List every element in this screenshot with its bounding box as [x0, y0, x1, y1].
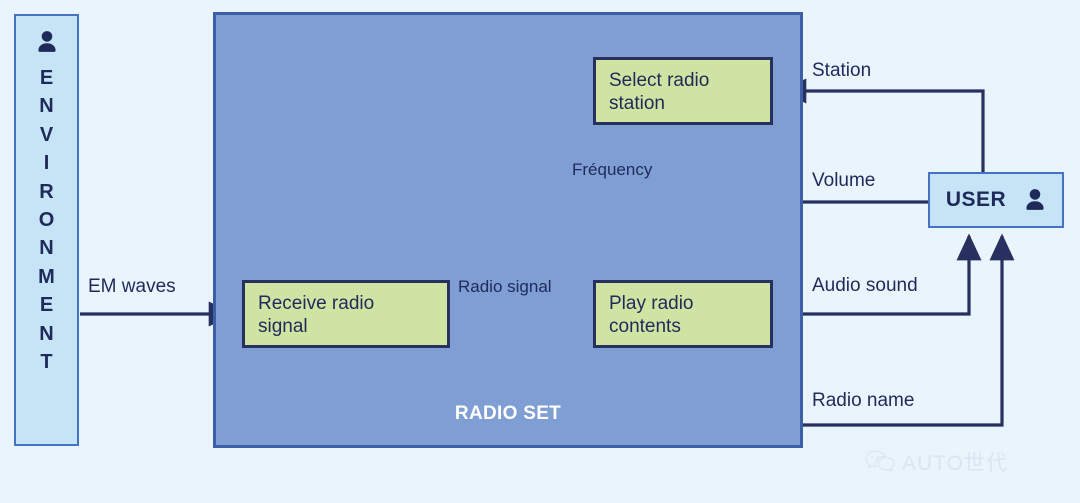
environment-letter: E [39, 67, 54, 89]
process-select-radio-station[interactable]: Select radio station [593, 57, 773, 125]
flow-label-volume: Volume [812, 170, 876, 191]
diagram-canvas: E N V I R O N M E N T RADIO SET Receive … [0, 0, 1080, 503]
process-label-line2: station [609, 93, 665, 115]
flow-label-radio-name: Radio name [812, 390, 915, 411]
user-label: USER [945, 188, 1007, 211]
environment-letter: M [38, 265, 55, 288]
flow-label-frequency: Fréquency [572, 160, 653, 179]
environment-letter: E [39, 294, 54, 317]
process-receive-radio-signal[interactable]: Receive radio signal [242, 280, 450, 348]
flow-label-station: Station [812, 60, 872, 81]
user-actor-box: USER [928, 172, 1064, 228]
flow-label-audio-sound: Audio sound [812, 275, 918, 296]
environment-label: E N V I R O N M E N T [38, 64, 55, 376]
process-label-line1: Select radio [609, 70, 710, 91]
environment-letter: V [39, 123, 54, 146]
environment-letter: N [39, 95, 54, 118]
flow-label-radio-signal: Radio signal [458, 277, 552, 296]
connector-station [779, 78, 985, 172]
environment-letter: N [39, 237, 54, 260]
process-label-line2: contents [609, 316, 681, 338]
wechat-icon [865, 450, 895, 472]
watermark: AUTO世代 [865, 447, 1008, 477]
environment-letter: I [43, 152, 50, 175]
person-icon [37, 31, 56, 52]
flow-label-em-waves: EM waves [88, 276, 176, 297]
process-label-line1: Play radio [609, 293, 694, 314]
process-label-line2: signal [258, 316, 308, 338]
environment-letter: T [40, 350, 53, 373]
watermark-text: AUTO世代 [902, 452, 1008, 475]
environment-letter: N [39, 322, 54, 345]
process-label-line1: Receive radio [258, 293, 375, 314]
radio-set-title: RADIO SET [454, 403, 562, 424]
environment-letter: R [39, 180, 54, 203]
person-icon [1026, 189, 1044, 210]
environment-actor-box: E N V I R O N M E N T [14, 14, 79, 446]
environment-letter: O [38, 208, 55, 231]
process-play-radio-contents[interactable]: Play radio contents [593, 280, 773, 348]
